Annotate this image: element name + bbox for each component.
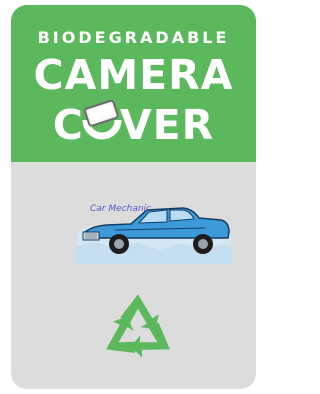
recycle-icon [98, 291, 178, 363]
kicker-text: BIODEGRADABLE [37, 28, 230, 47]
car-mechanic-caption: Car Mechanic [90, 204, 151, 214]
title-line-2-start: C [52, 101, 84, 149]
camera-cover-icon [82, 99, 122, 144]
title-line-1: CAMERA [33, 51, 234, 99]
car-illustration: Car Mechanic [75, 192, 233, 264]
header-banner: BIODEGRADABLE CAMERA C VER [11, 5, 256, 162]
title-line-2-end: VER [119, 101, 215, 149]
title-line-2: C VER [11, 99, 256, 146]
label-card: BIODEGRADABLE CAMERA C VER Car Mechanic [11, 5, 256, 389]
